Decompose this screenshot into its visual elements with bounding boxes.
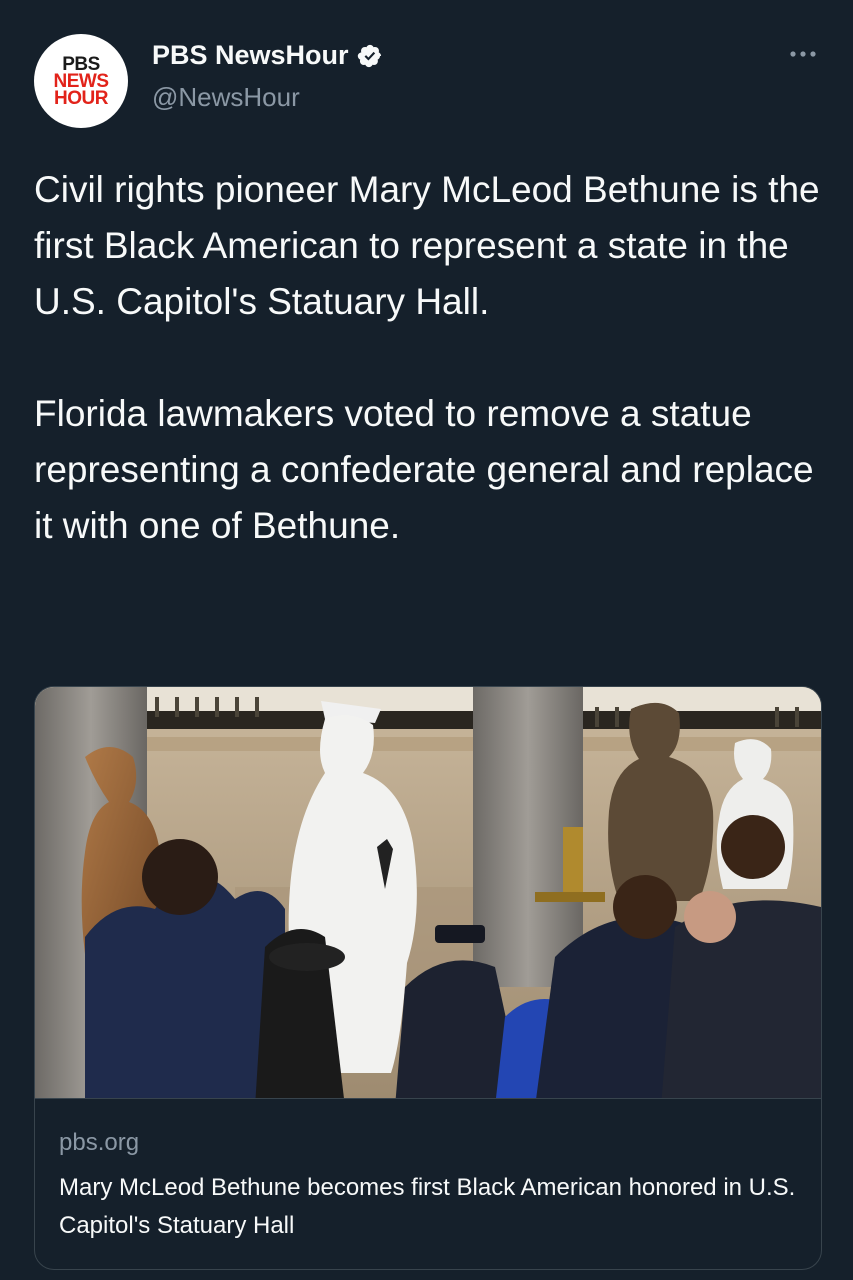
display-name[interactable]: PBS NewsHour bbox=[152, 40, 349, 71]
link-card-domain: pbs.org bbox=[59, 1129, 140, 1156]
link-card-meta[interactable]: pbs.org Mary McLeod Bethune becomes firs… bbox=[35, 1098, 821, 1239]
more-options-icon[interactable] bbox=[787, 44, 819, 64]
tweet-paragraph: Civil rights pioneer Mary McLeod Bethune… bbox=[34, 169, 820, 322]
account-name-row[interactable]: PBS NewsHour bbox=[152, 40, 383, 71]
verified-badge-icon bbox=[357, 44, 381, 67]
statuary-hall-photo bbox=[35, 687, 821, 1098]
avatar-logo-line-3: HOUR bbox=[54, 87, 108, 109]
avatar-logo-line-2: NEWS bbox=[53, 70, 110, 92]
tweet-paragraph: Florida lawmakers voted to remove a stat… bbox=[34, 393, 814, 546]
avatar-logo-line-1: PBS bbox=[62, 53, 100, 75]
tweet-text: Civil rights pioneer Mary McLeod Bethune… bbox=[34, 162, 824, 554]
account-handle[interactable]: @NewsHour bbox=[152, 82, 300, 113]
avatar[interactable]: PBS NEWS HOUR bbox=[34, 34, 128, 128]
link-card-title[interactable]: Mary McLeod Bethune becomes first Black … bbox=[59, 1169, 799, 1245]
link-card[interactable]: pbs.org Mary McLeod Bethune becomes firs… bbox=[34, 686, 822, 1270]
link-card-image[interactable] bbox=[35, 687, 821, 1098]
tweet: PBS NEWS HOUR PBS NewsHour @NewsHour Civ… bbox=[0, 0, 853, 1280]
